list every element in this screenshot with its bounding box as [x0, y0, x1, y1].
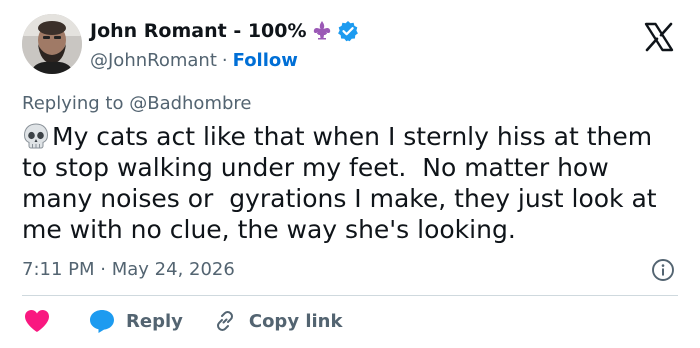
- fleur-de-lis-icon: [310, 19, 334, 43]
- verified-badge-icon: [337, 20, 359, 42]
- tweet-line: many noises or gyrations I make, they ju…: [22, 184, 657, 213]
- separator-dot: ·: [221, 49, 228, 71]
- author-block: John Romant - 100% @JohnRomant · Follow: [90, 16, 359, 74]
- reply-mention[interactable]: @Badhombre: [129, 93, 251, 114]
- name-row: John Romant - 100%: [90, 16, 359, 46]
- reply-bubble-icon: [90, 310, 114, 333]
- tweet-header: John Romant - 100% @JohnRomant · Follow: [22, 12, 686, 78]
- tweet-timestamp[interactable]: 7:11 PM · May 24, 2026: [22, 259, 235, 280]
- tweet-text: My cats act like that when I sternly his…: [22, 121, 692, 245]
- tweet-date[interactable]: May 24, 2026: [112, 259, 235, 280]
- display-name[interactable]: John Romant - 100%: [90, 20, 307, 42]
- like-button[interactable]: [22, 307, 52, 335]
- x-logo-icon[interactable]: [644, 22, 674, 52]
- follow-button[interactable]: Follow: [233, 50, 298, 71]
- heart-icon: [22, 307, 52, 335]
- link-icon: [216, 311, 233, 331]
- reply-label: Reply: [126, 310, 183, 332]
- action-bar: Reply Copy link: [22, 306, 342, 336]
- separator-dot: ·: [100, 259, 106, 280]
- skull-emoji-icon: [22, 123, 50, 149]
- divider: [22, 295, 678, 296]
- avatar[interactable]: [22, 14, 82, 74]
- copy-link-label: Copy link: [248, 310, 343, 332]
- tweet-line-text: My cats act like that when I sternly his…: [52, 122, 653, 151]
- info-icon[interactable]: [651, 258, 675, 282]
- copy-link-button[interactable]: Copy link: [213, 309, 343, 333]
- tweet-line: My cats act like that when I sternly his…: [22, 121, 692, 152]
- reply-button[interactable]: Reply: [88, 308, 183, 334]
- tweet-time[interactable]: 7:11 PM: [22, 259, 95, 280]
- tweet-line: me with no clue, the way she's looking.: [22, 215, 516, 244]
- handle-row: @JohnRomant · Follow: [90, 46, 359, 74]
- replying-prefix: Replying to: [22, 93, 124, 114]
- tweet-line: to stop walking under my feet. No matter…: [22, 153, 609, 182]
- replying-to: Replying to @Badhombre: [22, 93, 251, 114]
- author-handle[interactable]: @JohnRomant: [90, 50, 217, 71]
